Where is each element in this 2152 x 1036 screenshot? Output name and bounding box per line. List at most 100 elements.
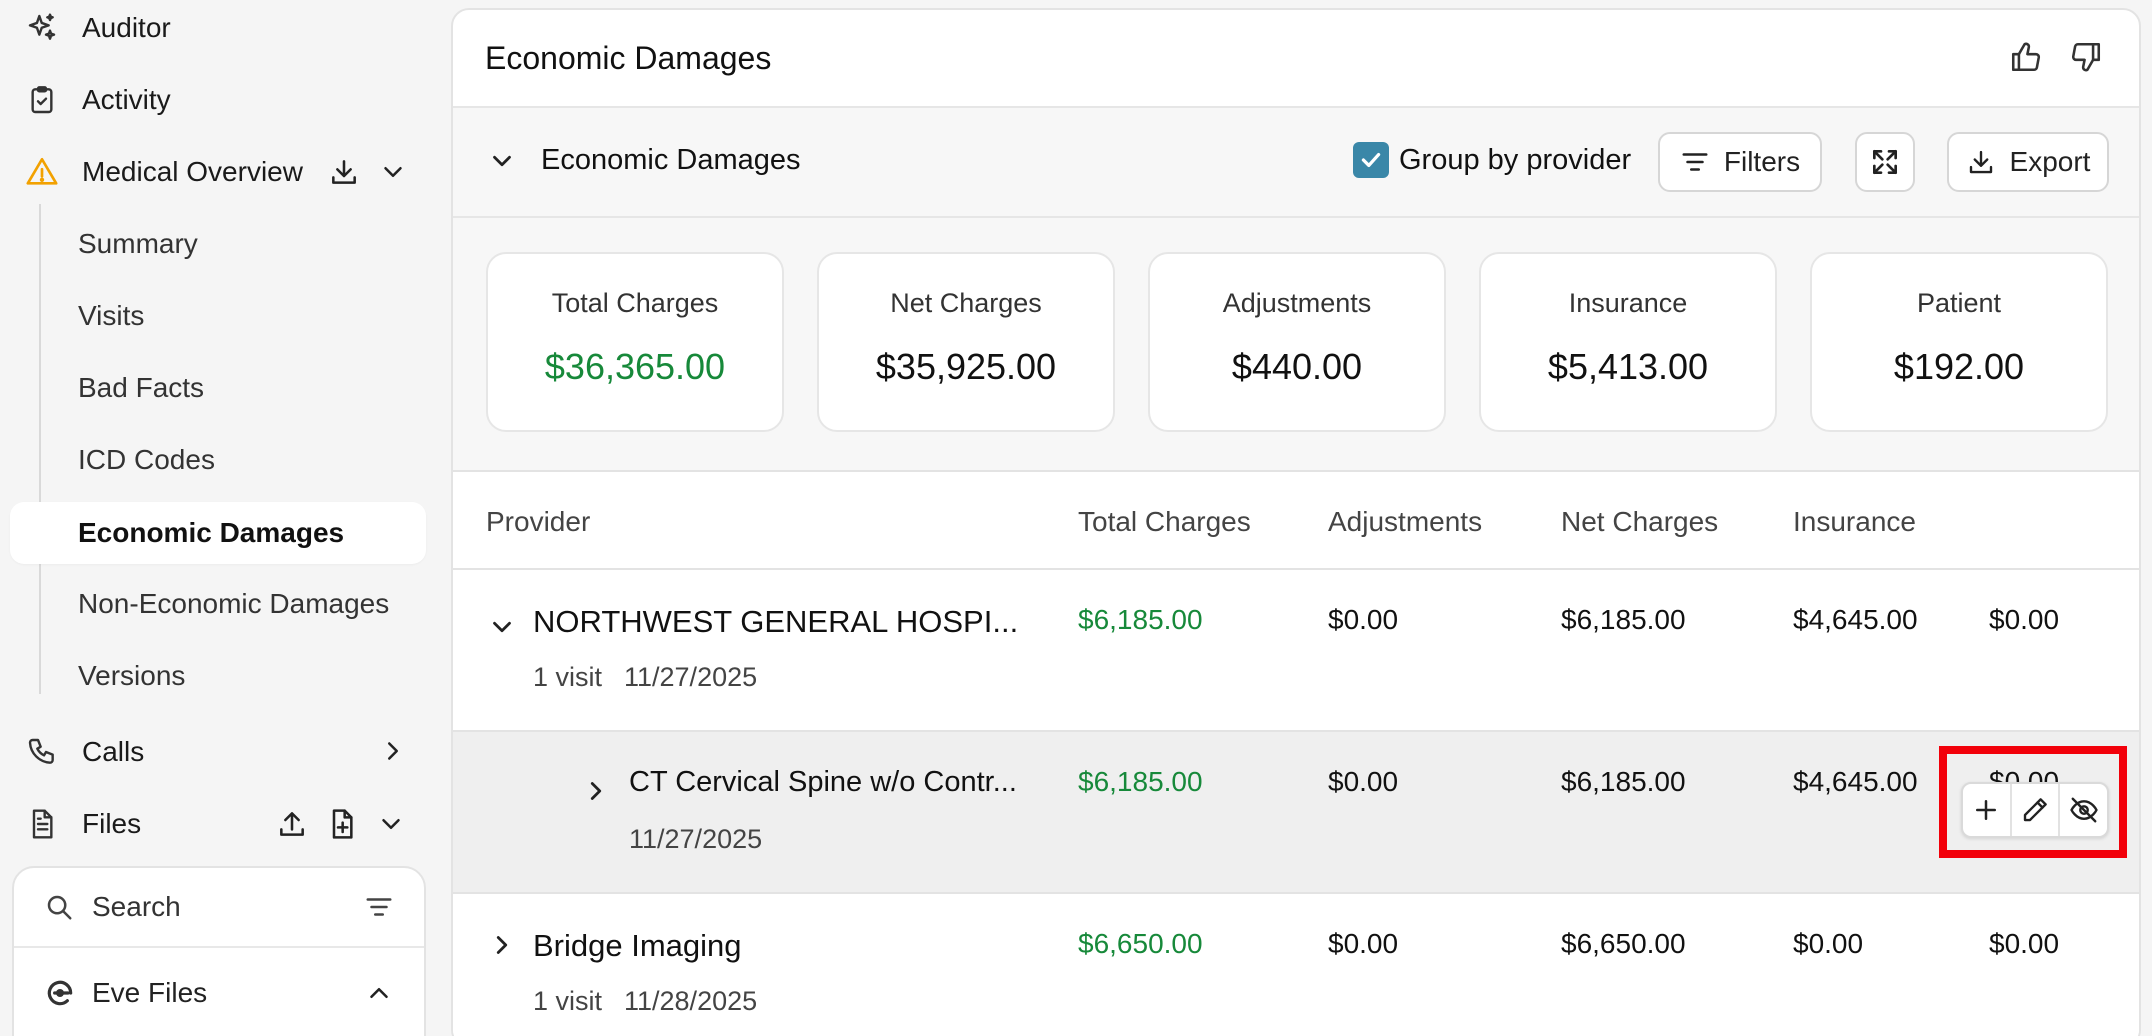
adjustments-cell: $0.00 (1328, 604, 1399, 635)
stat-patient: Patient $192.00 (1810, 252, 2108, 432)
chevron-right-icon[interactable] (581, 776, 611, 806)
visit-count: 1 visit (533, 986, 603, 1016)
visit-count: 1 visit (533, 662, 603, 692)
insurance-cell: $4,645.00 (1793, 766, 1918, 797)
stat-label: Total Charges (551, 288, 719, 318)
adjustments-cell: $0.00 (1328, 928, 1399, 959)
medical-overview-actions (328, 156, 408, 188)
service-name: CT Cervical Spine w/o Contr... (629, 766, 1017, 798)
eve-files-folder[interactable]: Eve Files (14, 948, 424, 1036)
sidebar-item-icd-codes[interactable]: ICD Codes (78, 432, 215, 488)
provider-name: Bridge Imaging (533, 928, 742, 963)
filters-button[interactable]: Filters (1658, 132, 1822, 192)
table-row[interactable]: NORTHWEST GENERAL HOSPI... 1 visit 11/27… (453, 570, 2139, 732)
chevron-down-icon[interactable] (487, 146, 517, 176)
stat-insurance: Insurance $5,413.00 (1479, 252, 1777, 432)
section-header: Economic Damages Group by provider Filte… (453, 108, 2139, 218)
stat-adjustments: Adjustments $440.00 (1148, 252, 1446, 432)
feedback-actions (2009, 40, 2103, 74)
nav-auditor[interactable]: Auditor (24, 0, 171, 56)
files-actions (276, 808, 406, 840)
upload-icon[interactable] (276, 808, 308, 840)
total-charges-cell: $6,185.00 (1078, 604, 1203, 635)
stat-total-charges: Total Charges $36,365.00 (486, 252, 784, 432)
filter-lines-icon[interactable] (364, 892, 394, 922)
nav-calls-label: Calls (82, 736, 145, 767)
insurance-cell: $4,645.00 (1793, 604, 1918, 635)
chevron-right-icon[interactable] (378, 736, 408, 766)
group-by-provider-checkbox[interactable]: Group by provider (1353, 142, 1631, 178)
stat-net-charges: Net Charges $35,925.00 (817, 252, 1115, 432)
total-charges-cell: $6,650.00 (1078, 928, 1203, 959)
thumbs-down-icon[interactable] (2069, 40, 2103, 74)
page-title: Economic Damages (485, 39, 772, 76)
sidebar-item-versions[interactable]: Versions (78, 648, 185, 704)
section-title: Economic Damages (541, 144, 801, 176)
column-header-insurance[interactable]: Insurance (1793, 506, 1916, 538)
filter-lines-icon (1680, 147, 1710, 177)
sidebar-item-summary[interactable]: Summary (78, 216, 198, 272)
stat-label: Insurance (1568, 288, 1688, 318)
export-button[interactable]: Export (1947, 132, 2109, 192)
net-charges-cell: $6,650.00 (1561, 928, 1686, 959)
net-charges-cell: $6,185.00 (1561, 604, 1686, 635)
table-header: Provider Total Charges Adjustments Net C… (453, 472, 2139, 570)
export-label: Export (2009, 146, 2091, 177)
table-row[interactable]: CT Cervical Spine w/o Contr... 11/27/202… (453, 732, 2139, 894)
column-header-total-charges[interactable]: Total Charges (1078, 506, 1251, 538)
chevron-down-icon[interactable] (487, 612, 517, 642)
economic-damages-panel: Economic Damages Economic Damages Group … (451, 8, 2141, 1036)
files-panel: Search Eve Files (12, 866, 426, 1036)
sidebar-item-economic-damages[interactable]: Economic Damages (10, 502, 426, 564)
file-search[interactable]: Search (14, 868, 424, 948)
economic-damages-section: Economic Damages Group by provider Filte… (453, 108, 2139, 472)
nav-calls[interactable]: Calls (24, 724, 424, 780)
file-plus-icon[interactable] (326, 808, 358, 840)
eve-files-label: Eve Files (92, 977, 208, 1008)
nav-activity-label: Activity (82, 84, 171, 115)
provider-name: NORTHWEST GENERAL HOSPI... (533, 604, 1019, 639)
nav-files-label: Files (82, 808, 142, 839)
search-icon (44, 892, 74, 922)
highlight-box (1939, 746, 2127, 858)
phone-icon (24, 734, 60, 770)
sidebar-item-bad-facts[interactable]: Bad Facts (78, 360, 204, 416)
visit-date: 11/28/2025 (624, 986, 758, 1016)
panel-header: Economic Damages (453, 10, 2139, 108)
expand-icon (1869, 146, 1901, 178)
search-label: Search (92, 891, 181, 922)
nav-auditor-label: Auditor (82, 12, 171, 43)
filters-label: Filters (1723, 146, 1801, 177)
file-text-icon (24, 806, 60, 842)
nav-activity[interactable]: Activity (24, 72, 171, 128)
chevron-up-icon[interactable] (364, 978, 394, 1008)
group-by-provider-label: Group by provider (1399, 143, 1632, 176)
column-header-adjustments[interactable]: Adjustments (1328, 506, 1482, 538)
thumbs-up-icon[interactable] (2009, 40, 2043, 74)
eve-logo-icon (44, 977, 76, 1009)
sidebar: Auditor Activity Medical Overview Summar… (0, 0, 440, 1036)
net-charges-cell: $6,185.00 (1561, 766, 1686, 797)
fullscreen-button[interactable] (1855, 132, 1915, 192)
sparkles-icon (24, 10, 60, 46)
adjustments-cell: $0.00 (1328, 766, 1399, 797)
column-header-net-charges[interactable]: Net Charges (1561, 506, 1718, 538)
column-header-provider[interactable]: Provider (486, 506, 590, 538)
checkmark-icon[interactable] (1353, 142, 1389, 178)
warning-icon (24, 154, 60, 190)
submenu-guide-line (39, 204, 41, 694)
stat-label: Patient (1916, 288, 2002, 318)
sidebar-item-non-economic-damages[interactable]: Non-Economic Damages (78, 576, 389, 632)
chevron-right-icon[interactable] (487, 930, 517, 960)
chevron-down-icon[interactable] (376, 809, 406, 839)
nav-medical-overview-label: Medical Overview (82, 156, 303, 187)
visit-date: 11/27/2025 (624, 662, 758, 692)
stat-value: $35,925.00 (875, 346, 1057, 387)
download-icon[interactable] (328, 156, 360, 188)
chevron-down-icon[interactable] (378, 157, 408, 187)
table-row[interactable]: Bridge Imaging 1 visit 11/28/2025 $6,650… (453, 894, 2139, 1036)
sidebar-item-visits[interactable]: Visits (78, 288, 144, 344)
service-date: 11/27/2025 (629, 824, 763, 854)
stat-value: $36,365.00 (544, 346, 726, 387)
stat-value: $192.00 (1893, 346, 2025, 387)
